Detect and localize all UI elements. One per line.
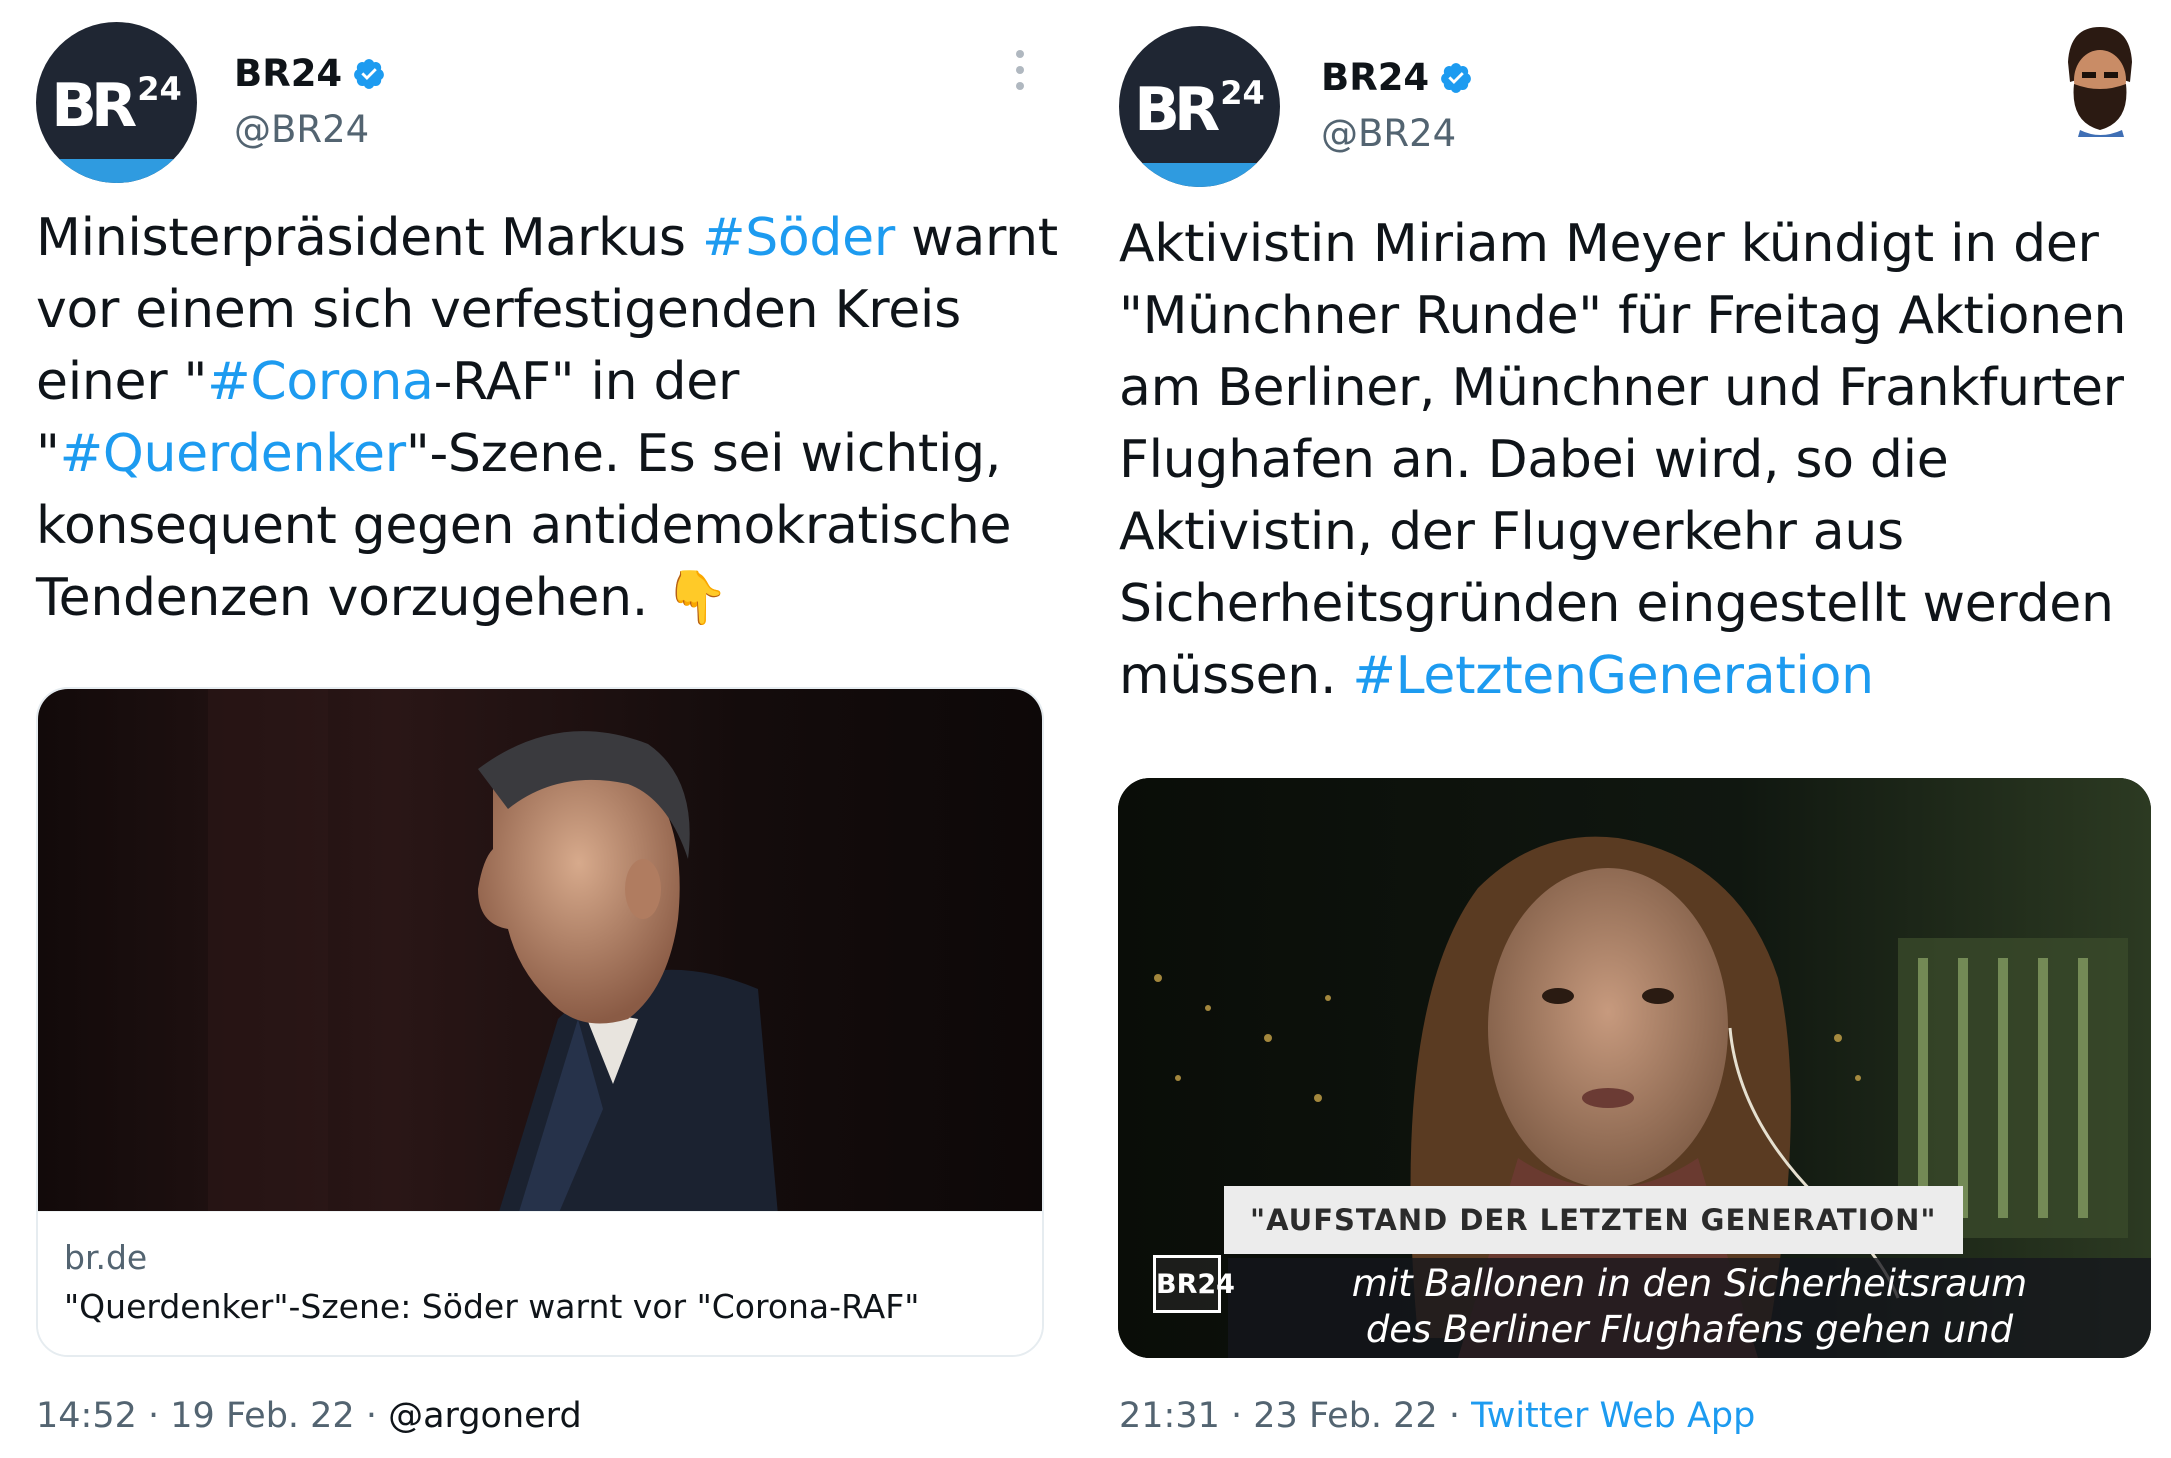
author-name[interactable]: BR24 xyxy=(234,52,386,95)
avatar[interactable]: BR 24 xyxy=(1119,26,1280,187)
video-subtitle-bar: mit Ballonen in den Sicherheitsraum des … xyxy=(1228,1258,2151,1358)
separator: · xyxy=(365,1396,389,1436)
dot xyxy=(1016,50,1024,58)
separator: · xyxy=(1231,1396,1254,1436)
tweet-time[interactable]: 21:31 xyxy=(1119,1396,1220,1436)
br24-logo: BR 24 xyxy=(51,70,182,141)
tweet-right: BR 24 BR24 @BR24 Aktivistin Miriam Meyer … xyxy=(1085,0,2171,1458)
card-title: "Querdenker"-Szene: Söder warnt vor "Cor… xyxy=(64,1287,920,1326)
tweet-text-segment: Ministerpräsident Markus xyxy=(36,208,702,268)
tweet-meta: 21:31 · 23 Feb. 22 · Twitter Web App xyxy=(1119,1396,1755,1436)
br24-logo: BR 24 xyxy=(1134,74,1265,145)
avatar-accent-bar xyxy=(1119,163,1280,187)
tweet-source[interactable]: @argonerd xyxy=(388,1396,582,1436)
hashtag-link[interactable]: #Söder xyxy=(702,208,895,268)
more-options-icon[interactable] xyxy=(1015,50,1025,90)
verified-badge-icon xyxy=(1441,62,1472,93)
author-handle[interactable]: @BR24 xyxy=(234,108,369,151)
br24-bug-logo: BR24 xyxy=(1153,1255,1235,1313)
avatar-accent-bar xyxy=(36,159,197,183)
tweet-text: Aktivistin Miriam Meyer kündigt in der "… xyxy=(1119,208,2169,712)
verified-badge-icon xyxy=(354,58,385,89)
subtitle-line-1: mit Ballonen in den Sicherheitsraum xyxy=(1351,1262,2028,1305)
separator: · xyxy=(1448,1396,1472,1436)
tweet-date[interactable]: 19 Feb. 22 xyxy=(170,1396,354,1436)
link-card-text[interactable]: br.de "Querdenker"-Szene: Söder warnt vo… xyxy=(38,1211,1042,1355)
hashtag-link[interactable]: #Querdenker xyxy=(60,424,407,484)
tweet-date[interactable]: 23 Feb. 22 xyxy=(1253,1396,1437,1436)
dot xyxy=(1016,66,1024,74)
tweet-text: Ministerpräsident Markus #Söder warnt vo… xyxy=(36,202,1076,634)
author-name-label: BR24 xyxy=(234,52,343,95)
tweet-time[interactable]: 14:52 xyxy=(36,1396,137,1436)
dot xyxy=(1016,82,1024,90)
link-card[interactable]: br.de "Querdenker"-Szene: Söder warnt vo… xyxy=(36,687,1044,1357)
hashtag-link[interactable]: #Corona xyxy=(207,352,434,412)
hashtag-link[interactable]: #LetztenGeneration xyxy=(1352,646,1874,706)
separator: · xyxy=(148,1396,171,1436)
avatar[interactable]: BR 24 xyxy=(36,22,197,183)
watermark-avatar-icon xyxy=(2068,27,2132,137)
author-handle[interactable]: @BR24 xyxy=(1321,112,1456,155)
video-lower-third-title: "AUFSTAND DER LETZTEN GENERATION" xyxy=(1224,1186,1963,1254)
link-card-image xyxy=(38,689,1042,1215)
pointing-down-emoji-icon: 👇 xyxy=(664,568,729,628)
tweet-text-segment: Aktivistin Miriam Meyer kündigt in der "… xyxy=(1119,214,2127,706)
video-player[interactable]: mit Ballonen in den Sicherheitsraum des … xyxy=(1118,778,2151,1358)
subtitle-line-2: des Berliner Flughafens gehen und xyxy=(1365,1308,2014,1351)
tweet-left: BR 24 BR24 @BR24 Ministerpräsident Markus… xyxy=(0,0,1085,1458)
author-name-label: BR24 xyxy=(1321,56,1430,99)
card-domain: br.de xyxy=(64,1238,148,1277)
author-name[interactable]: BR24 xyxy=(1321,56,1473,99)
tweet-meta: 14:52 · 19 Feb. 22 · @argonerd xyxy=(36,1396,582,1436)
tweet-source[interactable]: Twitter Web App xyxy=(1471,1396,1755,1436)
